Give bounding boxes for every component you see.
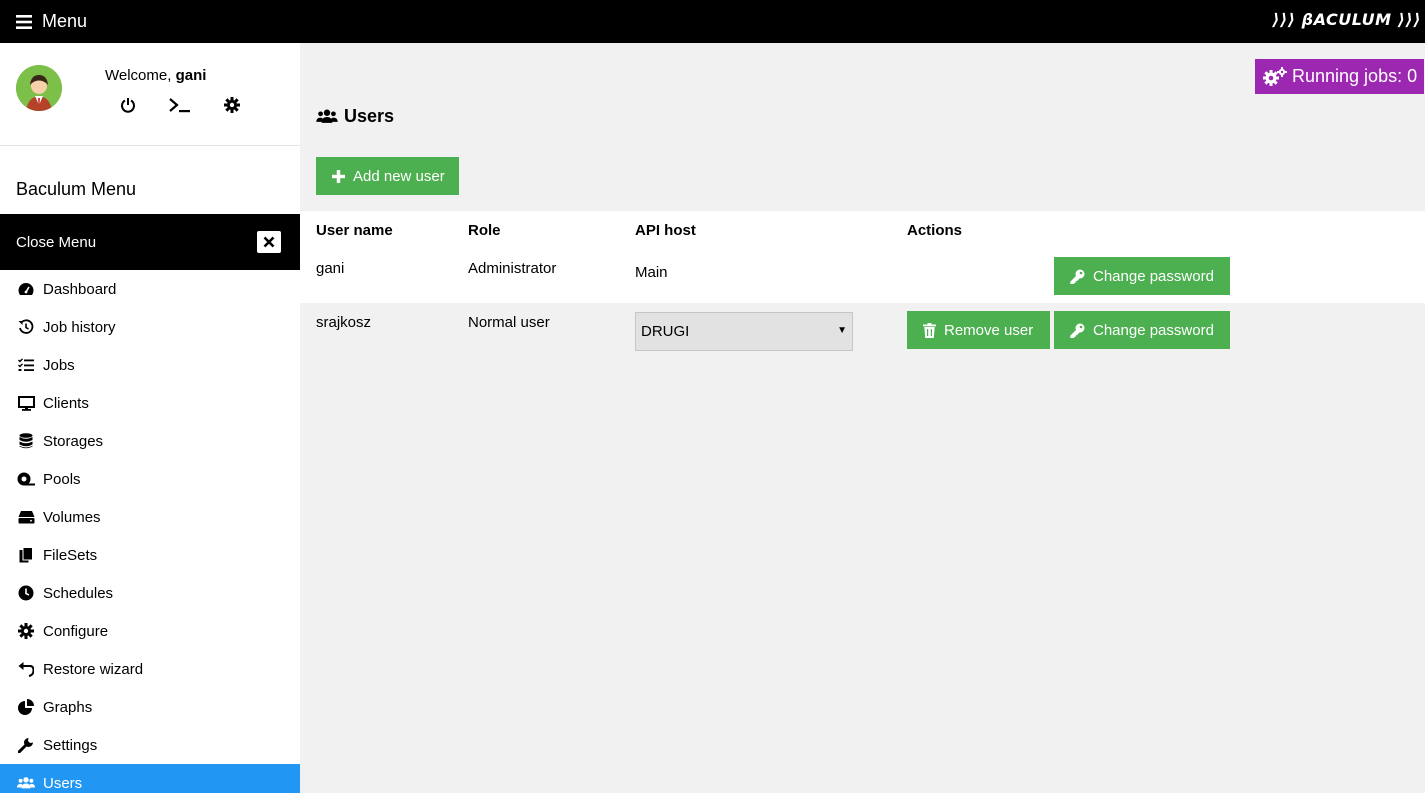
key-icon [1070, 269, 1085, 284]
menu-label: Menu [42, 11, 88, 31]
column-header-actions: Actions [907, 222, 963, 239]
copy-icon [17, 547, 35, 563]
sidebar-item-label: Job history [43, 318, 116, 336]
key-icon [1070, 323, 1085, 338]
tape-icon [17, 471, 35, 487]
sidebar-item-pools[interactable]: Pools [0, 460, 300, 498]
sidebar-item-storages[interactable]: Storages [0, 422, 300, 460]
username-cell: gani [316, 260, 345, 277]
dropdown-arrow-icon: ▼ [837, 325, 847, 336]
sidebar-item-configure[interactable]: Configure [0, 612, 300, 650]
api-host-selected-value: DRUGI [641, 323, 690, 340]
change-password-label: Change password [1093, 267, 1214, 285]
username-cell: srajkosz [316, 314, 372, 331]
users-table: User name Role API host Actions gani Adm… [300, 211, 1425, 359]
sidebar-item-label: Dashboard [43, 280, 117, 298]
users-icon [17, 775, 35, 791]
sidebar-item-label: Storages [43, 432, 104, 450]
trash-icon [923, 322, 936, 338]
chart-pie-icon [17, 699, 35, 715]
role-cell: Administrator [468, 260, 557, 277]
close-menu-button[interactable]: Close Menu [0, 214, 300, 270]
table-row: srajkosz Normal user DRUGI ▼ Remove user… [300, 303, 1425, 359]
undo-icon [17, 661, 35, 677]
sidebar-item-label: Volumes [43, 508, 101, 526]
page-title: Users [316, 106, 394, 127]
sidebar-item-label: Pools [43, 470, 81, 488]
desktop-icon [17, 395, 35, 411]
sidebar-item-restore-wizard[interactable]: Restore wizard [0, 650, 300, 688]
users-icon [316, 109, 338, 123]
change-password-button[interactable]: Change password [1054, 257, 1230, 295]
tasks-icon [17, 357, 35, 373]
remove-user-button[interactable]: Remove user [907, 311, 1050, 349]
sidebar-title: Baculum Menu [16, 179, 137, 199]
menu-toggle-button[interactable]: Menu [16, 11, 87, 32]
sidebar-item-job-history[interactable]: Job history [0, 308, 300, 346]
change-password-label: Change password [1093, 321, 1214, 339]
welcome-prefix: Welcome, [105, 67, 172, 84]
remove-user-label: Remove user [944, 321, 1034, 339]
sidebar-item-schedules[interactable]: Schedules [0, 574, 300, 612]
running-jobs-label: Running jobs: 0 [1292, 66, 1418, 86]
hdd-icon [17, 509, 35, 525]
power-icon[interactable] [120, 97, 136, 113]
page-title-text: Users [344, 106, 395, 126]
cogs-icon [1263, 66, 1287, 86]
sidebar-item-filesets[interactable]: FileSets [0, 536, 300, 574]
username: gani [175, 67, 207, 84]
sidebar-item-label: Jobs [43, 356, 75, 374]
column-header-api-host: API host [635, 222, 696, 239]
add-new-user-button[interactable]: Add new user [316, 157, 459, 195]
sidebar-item-dashboard[interactable]: Dashboard [0, 270, 300, 308]
sidebar-nav: Dashboard Job history Jobs Clients Stora… [0, 270, 300, 793]
sidebar-item-graphs[interactable]: Graphs [0, 688, 300, 726]
sidebar-item-settings[interactable]: Settings [0, 726, 300, 764]
plus-icon [332, 169, 345, 183]
api-host-cell: Main [635, 264, 668, 281]
sidebar-item-volumes[interactable]: Volumes [0, 498, 300, 536]
history-icon [17, 319, 35, 335]
user-actions [120, 97, 273, 113]
column-header-username: User name [316, 222, 393, 239]
table-row: gani Administrator Main Change password [300, 249, 1425, 303]
sidebar-item-jobs[interactable]: Jobs [0, 346, 300, 384]
role-cell: Normal user [468, 314, 550, 331]
sidebar-item-clients[interactable]: Clients [0, 384, 300, 422]
tachometer-icon [17, 281, 35, 297]
user-panel: Welcome, gani [0, 43, 300, 146]
terminal-icon[interactable] [169, 97, 191, 113]
database-icon [17, 433, 35, 449]
sidebar: Welcome, gani Baculum Menu Close Menu Da… [0, 43, 300, 793]
sidebar-item-label: Users [43, 774, 83, 792]
column-header-role: Role [468, 222, 501, 239]
change-password-button[interactable]: Change password [1054, 311, 1230, 349]
sidebar-item-label: Graphs [43, 698, 93, 716]
close-icon[interactable] [257, 231, 281, 253]
hamburger-icon [16, 14, 32, 29]
top-bar: Menu ⟩⟩⟩ βACULUM ⟩⟩⟩ [0, 0, 1425, 43]
close-menu-label: Close Menu [16, 233, 97, 251]
sidebar-item-users[interactable]: Users [0, 764, 300, 793]
avatar [16, 65, 62, 111]
sidebar-item-label: Restore wizard [43, 660, 144, 678]
wrench-icon [17, 737, 35, 753]
sidebar-item-label: Schedules [43, 584, 114, 602]
baculum-logo: ⟩⟩⟩ βACULUM ⟩⟩⟩ [1272, 10, 1421, 29]
sidebar-item-label: Settings [43, 736, 98, 754]
cog-icon [17, 623, 35, 639]
table-header: User name Role API host Actions [300, 211, 1425, 249]
clock-icon [17, 585, 35, 601]
api-host-select[interactable]: DRUGI ▼ [635, 312, 853, 351]
add-new-user-label: Add new user [353, 167, 445, 185]
sidebar-item-label: Configure [43, 622, 109, 640]
welcome-text: Welcome, gani [105, 67, 206, 84]
sidebar-item-label: Clients [43, 394, 89, 412]
sidebar-item-label: FileSets [43, 546, 98, 564]
running-jobs-button[interactable]: Running jobs: 0 [1255, 59, 1424, 94]
settings-gear-icon[interactable] [224, 97, 240, 113]
